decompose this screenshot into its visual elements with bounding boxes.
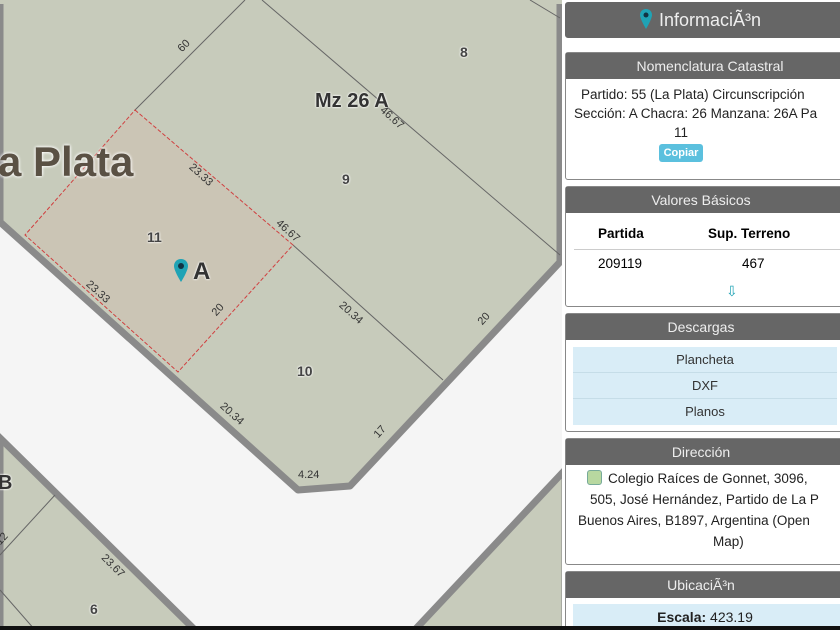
download-dxf[interactable]: DXF — [573, 373, 837, 399]
nomenclatura-header: Nomenclatura Catastral — [566, 53, 840, 79]
cadastral-map — [0, 0, 562, 630]
column-header: Partida — [598, 226, 644, 242]
valores-card: Valores Básicos Partida Sup. Terreno 2091… — [565, 186, 840, 307]
scale-label: Escala: — [657, 609, 707, 625]
block-label: Mz 26 A — [315, 90, 389, 112]
download-planos[interactable]: Planos — [573, 399, 837, 425]
location-pin-icon — [639, 9, 652, 29]
parcel-8[interactable]: 8 — [460, 44, 468, 60]
parcel-10[interactable]: 10 — [297, 363, 313, 379]
block-b-label: B — [0, 472, 13, 494]
marker-label: A — [193, 258, 211, 285]
descargas-header: Descargas — [566, 314, 840, 340]
partida-value: 209119 — [598, 255, 643, 271]
column-header: Sup. Terreno — [708, 226, 791, 242]
dimension-label: 4.24 — [298, 469, 320, 481]
direccion-card: Dirección Colegio Raíces de Gonnet, 3096… — [565, 438, 840, 565]
nomenclatura-card: Nomenclatura Catastral Partido: 55 (La P… — [565, 52, 840, 180]
block-right — [409, 468, 562, 630]
download-plancheta[interactable]: Plancheta — [573, 347, 837, 373]
parcel-11[interactable]: 11 — [147, 229, 162, 245]
parcel-6[interactable]: 6 — [90, 601, 98, 617]
scale-value: 423.19 — [710, 609, 753, 625]
address-line: Buenos Aires, B1897, Argentina (Open — [578, 513, 810, 528]
nomenclatura-line: 11 — [673, 125, 688, 140]
map-view[interactable]: a Plata Mz 26 A 8 9 11 10 6 B A 60 46.67… — [0, 0, 562, 630]
address-line: Colegio Raíces de Gonnet, 3096, — [608, 471, 808, 486]
download-icon[interactable]: ⇩ — [726, 283, 738, 300]
info-panel: InformaciÃ³n Nomenclatura Catastral Part… — [562, 0, 840, 630]
ubicacion-header: UbicaciÃ³n — [566, 572, 840, 598]
address-line: 505, José Hernández, Partido de La P — [590, 492, 819, 507]
ubicacion-card: UbicaciÃ³n Escala: 423.19 — [565, 571, 840, 630]
info-title-bar: InformaciÃ³n — [565, 2, 840, 38]
direccion-header: Dirección — [566, 439, 840, 465]
city-label: a Plata — [0, 138, 134, 185]
nomenclatura-line: Partido: 55 (La Plata) Circunscripción — [581, 87, 805, 102]
descargas-card: Descargas Plancheta DXF Planos — [565, 313, 840, 432]
info-title: InformaciÃ³n — [658, 10, 762, 30]
parcel-9[interactable]: 9 — [342, 171, 350, 187]
address-line: Map) — [713, 534, 744, 549]
copy-button[interactable]: Copiar — [658, 144, 704, 162]
map-search-icon[interactable] — [587, 470, 602, 485]
valores-header: Valores Básicos — [566, 187, 840, 213]
nomenclatura-line: Sección: A Chacra: 26 Manzana: 26A Pa — [574, 106, 818, 121]
superficie-value: 467 — [742, 255, 765, 271]
location-marker-icon[interactable] — [173, 258, 189, 284]
bottom-border — [0, 626, 840, 630]
